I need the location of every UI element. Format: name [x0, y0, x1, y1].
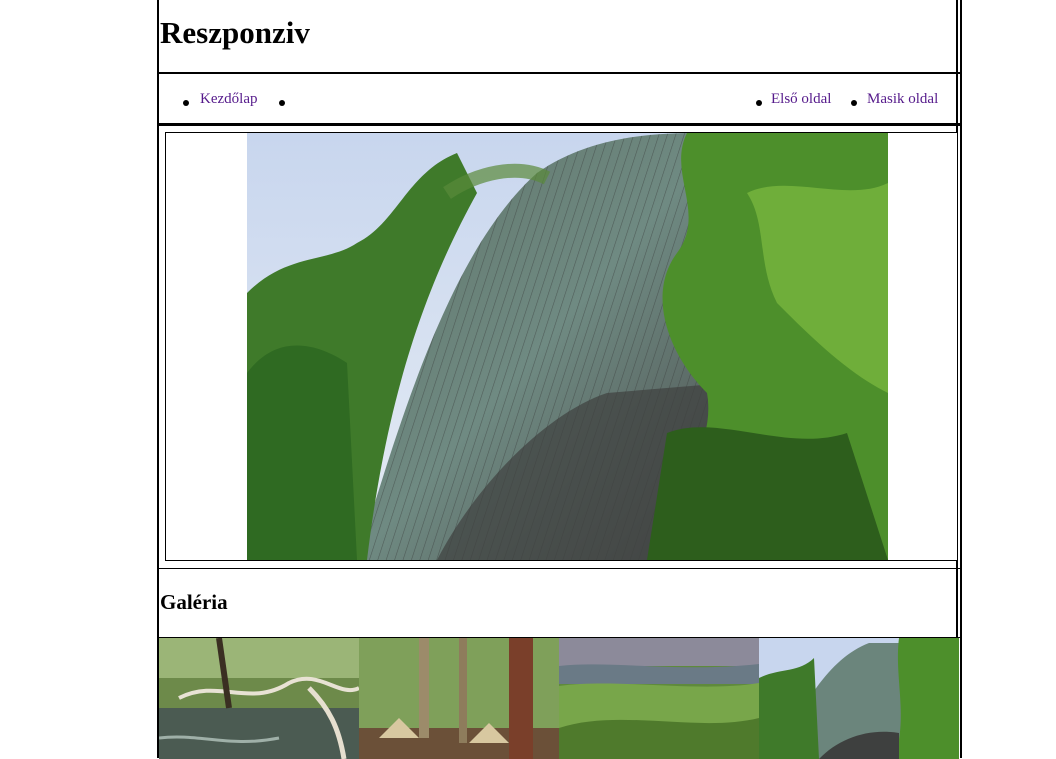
gallery-thumb-hills[interactable] [559, 638, 759, 759]
hero-section [159, 126, 960, 569]
main-nav: Kezdőlap Első oldal Masik oldal [159, 74, 960, 126]
nav-link-first-page[interactable]: Első oldal [771, 91, 831, 108]
nav-link-home[interactable]: Kezdőlap [200, 91, 257, 108]
page-container: Reszponziv Kezdőlap Első oldal Masik old… [157, 0, 960, 759]
nav-bullet [183, 100, 189, 106]
site-header: Reszponziv [159, 0, 960, 74]
gallery-thumb-basalt[interactable] [759, 638, 959, 759]
hero-image-frame [165, 132, 958, 561]
nav-bullet [279, 100, 285, 106]
gallery-grid [159, 637, 960, 759]
nav-link-second-page[interactable]: Masik oldal [867, 91, 938, 108]
gallery-thumb-forest[interactable] [359, 638, 559, 759]
nav-bullet [851, 100, 857, 106]
hero-image-basalt-cliff [247, 133, 888, 560]
page-title: Reszponziv [160, 15, 310, 50]
gallery-thumb-swamp[interactable] [159, 638, 359, 759]
right-frame-line [960, 0, 962, 758]
nav-bullet [756, 100, 762, 106]
gallery-title: Galéria [160, 590, 228, 614]
